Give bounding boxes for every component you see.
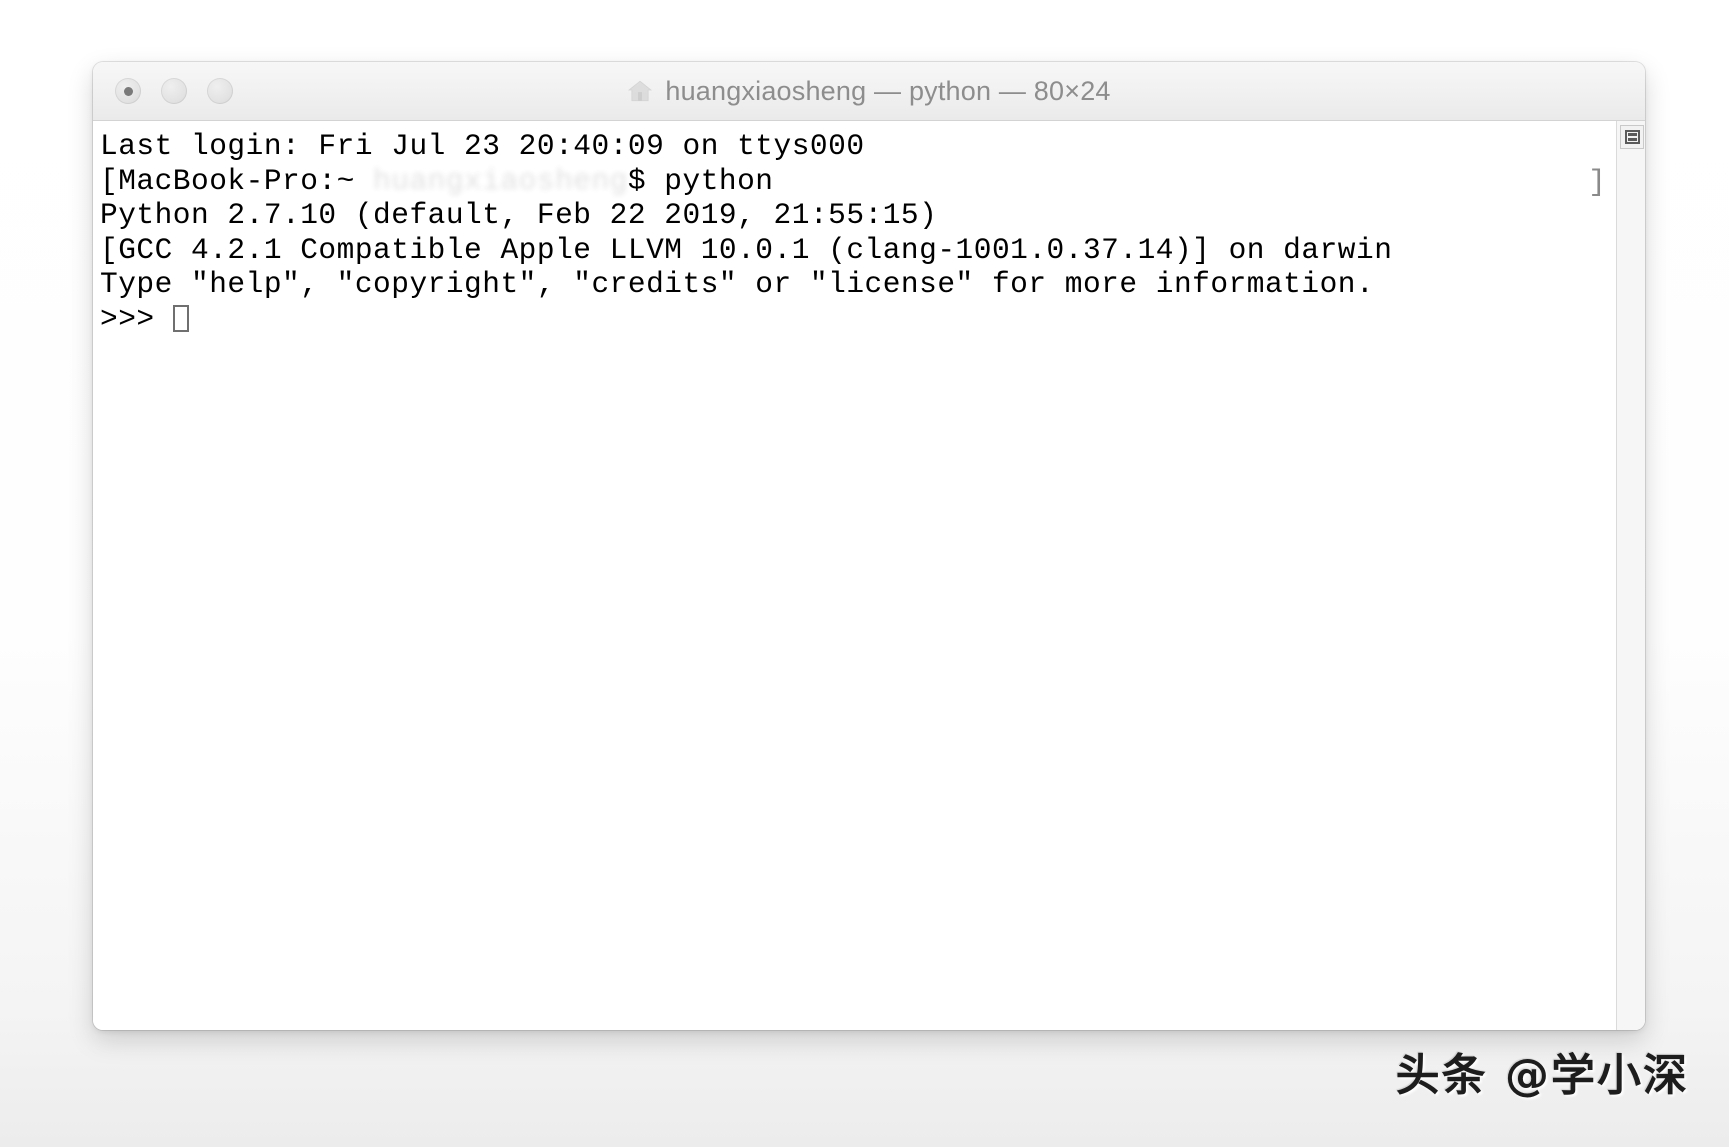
- python-prompt: >>>: [100, 301, 173, 336]
- redacted-username: huangxiaosheng: [373, 163, 628, 198]
- terminal-scrollbar[interactable]: [1616, 121, 1645, 1030]
- trailing-bracket: ]: [1588, 165, 1606, 199]
- terminal-body[interactable]: Last login: Fri Jul 23 20:40:09 on ttys0…: [93, 121, 1645, 1030]
- terminal-line-python-prompt: >>>: [97, 302, 1616, 337]
- minimize-button[interactable]: [161, 78, 187, 104]
- shell-command: python: [664, 163, 774, 198]
- terminal-output[interactable]: Last login: Fri Jul 23 20:40:09 on ttys0…: [93, 121, 1616, 1030]
- watermark: 头条 @学小深: [1395, 1050, 1689, 1101]
- close-icon: [123, 86, 133, 96]
- window-title: huangxiaosheng — python — 80×24: [665, 75, 1111, 106]
- zoom-button[interactable]: [207, 78, 233, 104]
- terminal-line-python-version: Python 2.7.10 (default, Feb 22 2019, 21:…: [100, 198, 938, 232]
- scroll-thumb-bars-icon: [1624, 130, 1640, 144]
- block-cursor: [172, 304, 189, 332]
- shell-prompt-prefix: [MacBook-Pro:~: [100, 163, 374, 198]
- scroll-thumb-icon[interactable]: [1620, 125, 1644, 149]
- traffic-light-group: [93, 78, 233, 104]
- terminal-line-shell-prompt: [MacBook-Pro:~ huangxiaosheng $ python: [97, 164, 1616, 199]
- terminal-line-last-login: Last login: Fri Jul 23 20:40:09 on ttys0…: [100, 129, 865, 163]
- home-icon: [628, 80, 653, 102]
- terminal-line-gcc-banner: [GCC 4.2.1 Compatible Apple LLVM 10.0.1 …: [100, 232, 1393, 267]
- terminal-window: huangxiaosheng — python — 80×24 Last log…: [93, 62, 1645, 1030]
- window-titlebar[interactable]: huangxiaosheng — python — 80×24: [93, 62, 1645, 121]
- terminal-line-help-hint: Type "help", "copyright", "credits" or "…: [100, 267, 1375, 301]
- close-button[interactable]: [115, 78, 141, 104]
- window-title-group: huangxiaosheng — python — 80×24: [93, 76, 1645, 107]
- shell-prompt-sigil: $: [627, 163, 665, 198]
